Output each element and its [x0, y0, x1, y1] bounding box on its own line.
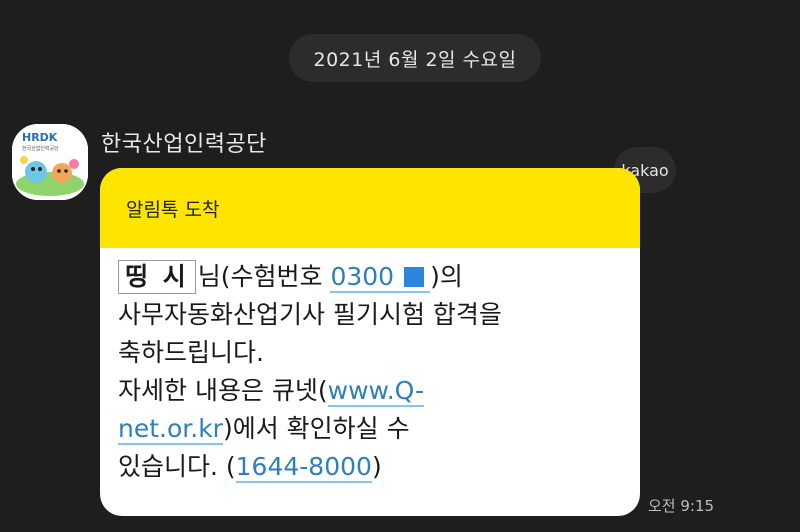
message-line-2: 사무자동화산업기사 필기시험 합격을 — [118, 300, 502, 329]
message-text: 자세한 내용은 큐넷( — [118, 376, 328, 405]
exam-number: 0300 — [330, 262, 431, 293]
message-text: )에서 확인하실 수 — [222, 414, 410, 443]
message-line-3: 축하드립니다. — [118, 338, 264, 367]
avatar-logo-subtext: 한국산업인력공단 — [22, 145, 59, 152]
message-header-label: 알림톡 도착 — [126, 198, 220, 221]
date-divider: 2021년 6월 2일 수요일 — [289, 34, 541, 82]
phone-link[interactable]: 1644-8000 — [235, 452, 372, 483]
message-line-4: 자세한 내용은 큐넷(www.Q- — [118, 372, 640, 410]
chat-screen: 2021년 6월 2일 수요일 HRDK 한국산업인력공단 한국산업인력공단 k… — [0, 0, 800, 532]
sender-name: 한국산업인력공단 — [101, 132, 267, 157]
avatar-logo-text: HRDK — [22, 131, 58, 144]
exam-number-value: 0300 — [330, 262, 395, 291]
message-line-6: 있습니다. (1644-8000) — [118, 448, 640, 486]
message-header: 알림톡 도착 — [100, 168, 640, 248]
message-text: 있습니다. ( — [118, 452, 236, 481]
message-body: 띵 시 님(수험번호 0300 )의 사무자동화산업기사 필기시험 합격을 축하드립… — [100, 248, 640, 486]
recipient-name: 띵 시 — [118, 260, 196, 294]
message-bubble[interactable]: 알림톡 도착 띵 시 님(수험번호 0300 )의 사무자동화산업기사 필기시험 합… — [100, 168, 640, 516]
sender-avatar[interactable]: HRDK 한국산업인력공단 — [12, 124, 88, 200]
message-text: 님(수험번호 — [197, 262, 323, 291]
hrdk-logo-icon: HRDK 한국산업인력공단 — [12, 124, 88, 200]
message-text: )의 — [430, 262, 463, 291]
message-timestamp: 오전 9:15 — [648, 497, 715, 515]
message-line-5: net.or.kr)에서 확인하실 수 — [118, 410, 640, 448]
message-line-1: 띵 시 님(수험번호 0300 )의 — [118, 258, 640, 296]
redaction-mask — [404, 267, 425, 287]
qnet-link-continued[interactable]: net.or.kr — [118, 414, 223, 445]
message-text: ) — [371, 452, 382, 481]
qnet-link[interactable]: www.Q- — [327, 376, 425, 407]
